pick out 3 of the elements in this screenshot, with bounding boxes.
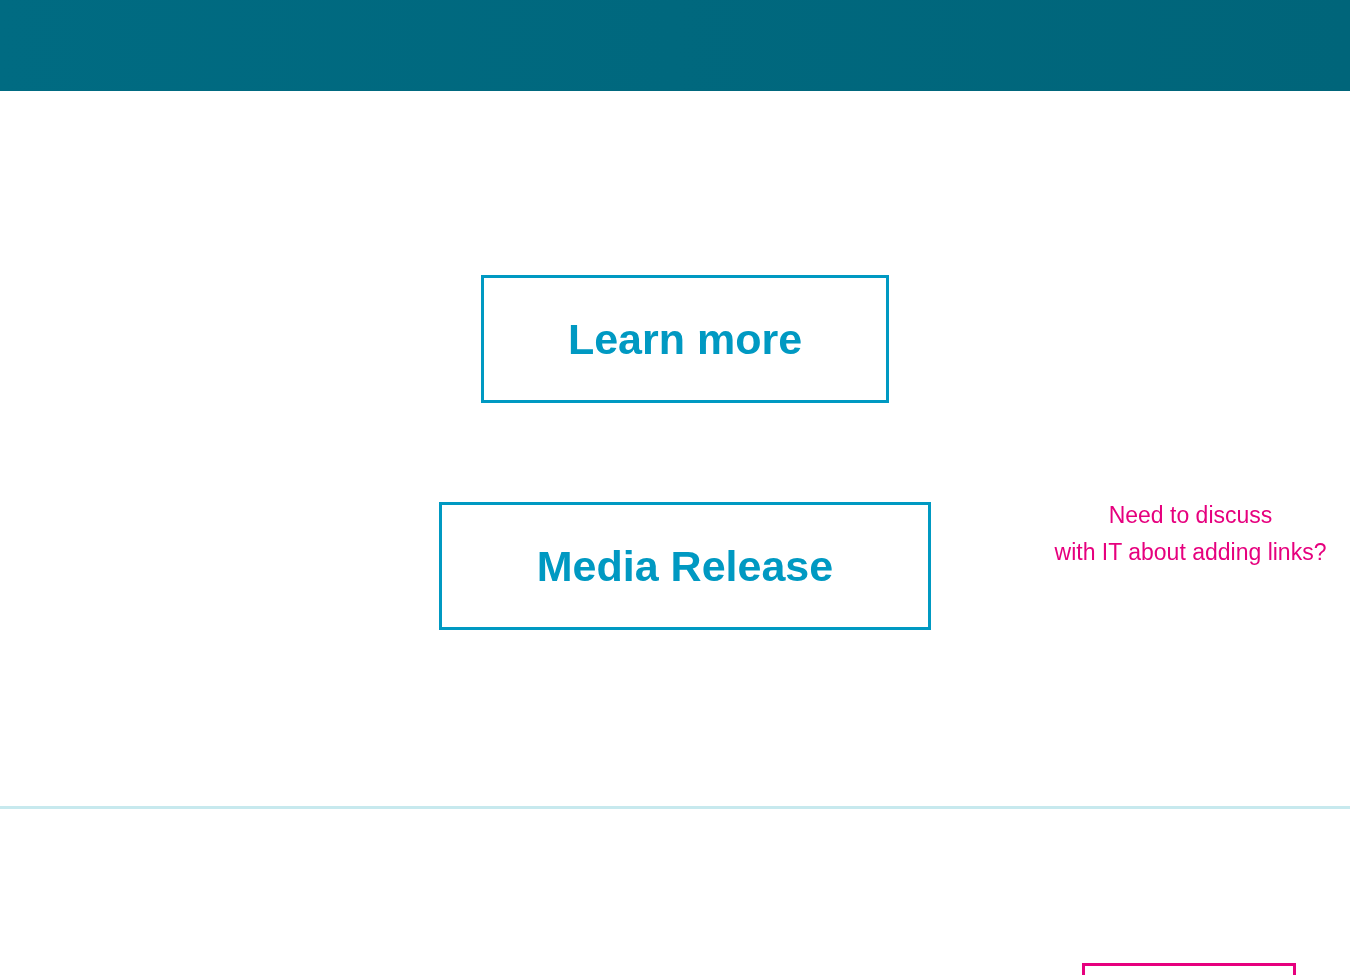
annotation-note: Need to discuss with IT about adding links? [1054,501,1327,567]
link-button[interactable]: Learn more [481,275,889,403]
link-button[interactable]: Media Release [439,502,931,630]
